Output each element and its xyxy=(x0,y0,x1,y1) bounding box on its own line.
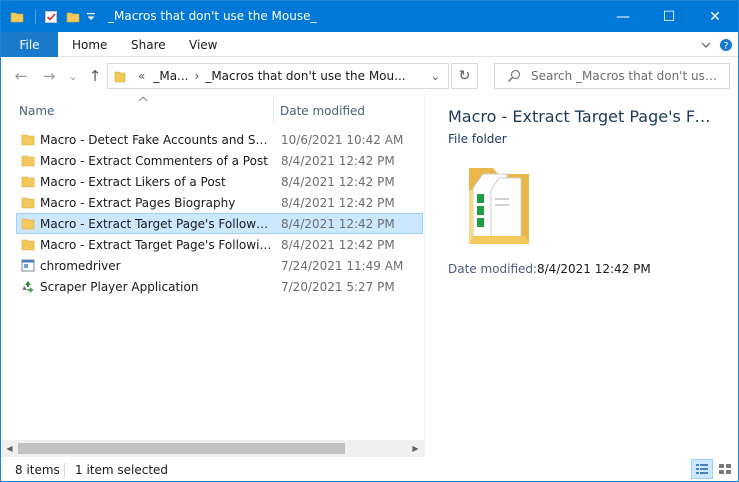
folder-icon xyxy=(21,154,35,167)
file-name: chromedriver xyxy=(40,259,121,273)
file-name: Macro - Extract Commenters of a Post xyxy=(40,154,268,168)
folder-icon xyxy=(114,70,128,83)
application-icon xyxy=(21,259,35,272)
details-date-label: Date modified: xyxy=(448,262,538,276)
chevron-down-icon[interactable] xyxy=(698,32,714,57)
file-row[interactable]: Scraper Player Application 7/20/2021 5:27… xyxy=(16,276,423,297)
scroll-left-icon[interactable]: ◀ xyxy=(1,440,18,457)
details-title: Macro - Extract Target Page's Followe... xyxy=(448,107,718,126)
selection-count: 1 item selected xyxy=(75,463,169,477)
file-name: Macro - Extract Target Page's Followers xyxy=(40,217,272,231)
file-row[interactable]: Macro - Extract Target Page's Followings… xyxy=(16,234,423,255)
file-row[interactable]: Macro - Extract Pages Biography 8/4/2021 … xyxy=(16,192,423,213)
ribbon-tabs: File Home Share View ? xyxy=(1,32,738,57)
breadcrumb-item-parent[interactable]: _Ma... xyxy=(153,69,188,83)
file-date-modified: 8/4/2021 12:42 PM xyxy=(281,238,395,252)
qa-separator xyxy=(35,1,36,32)
details-type: File folder xyxy=(448,132,507,146)
file-date-modified: 7/24/2021 11:49 AM xyxy=(281,259,404,273)
search-placeholder: Search _Macros that don't use the _... xyxy=(531,69,721,83)
folder-icon xyxy=(21,217,35,230)
scrollbar-thumb[interactable] xyxy=(18,443,345,454)
folder-icon xyxy=(21,175,35,188)
customize-dropdown-icon[interactable] xyxy=(83,1,99,32)
file-list: Name Date modified Macro - Detect Fake A… xyxy=(1,94,424,457)
address-dropdown-icon[interactable]: ⌄ xyxy=(431,70,440,83)
tab-home[interactable]: Home xyxy=(72,32,107,57)
properties-check-icon[interactable] xyxy=(41,1,61,32)
details-pane: Macro - Extract Target Page's Followe...… xyxy=(425,94,738,456)
help-icon[interactable]: ? xyxy=(718,32,734,57)
file-name: Macro - Extract Likers of a Post xyxy=(40,175,226,189)
file-date-modified: 10/6/2021 10:42 AM xyxy=(281,133,404,147)
file-name: Macro - Extract Target Page's Followings xyxy=(40,238,272,252)
column-header-date-modified[interactable]: Date modified xyxy=(280,100,420,122)
title-bar[interactable]: _Macros that don't use the Mouse_ — ☐ ✕ xyxy=(1,1,738,32)
recent-locations-icon[interactable]: ⌄ xyxy=(65,64,81,88)
details-date-value: 8/4/2021 12:42 PM xyxy=(537,262,651,276)
address-row: ← → ⌄ ↑ « _Ma... › _Macros that don't us… xyxy=(1,58,738,94)
breadcrumb-item-current[interactable]: _Macros that don't use the Mou... xyxy=(205,69,405,83)
tab-file[interactable]: File xyxy=(1,32,58,57)
file-row[interactable]: Macro - Extract Likers of a Post 8/4/2021… xyxy=(16,171,423,192)
details-view-icon[interactable] xyxy=(691,459,713,479)
file-date-modified: 8/4/2021 12:42 PM xyxy=(281,175,395,189)
address-bar[interactable]: « _Ma... › _Macros that don't use the Mo… xyxy=(107,63,449,89)
scroll-right-icon[interactable]: ▶ xyxy=(407,440,424,457)
column-header-name[interactable]: Name xyxy=(19,100,271,122)
svg-text:?: ? xyxy=(724,41,729,51)
status-bar: 8 items 1 item selected xyxy=(1,458,738,481)
tab-view[interactable]: View xyxy=(189,32,217,57)
search-input[interactable]: Search _Macros that don't use the _... xyxy=(494,63,730,89)
file-row[interactable]: chromedriver 7/24/2021 11:49 AM xyxy=(16,255,423,276)
file-date-modified: 8/4/2021 12:42 PM xyxy=(281,154,395,168)
folder-icon xyxy=(21,133,35,146)
file-name: Macro - Detect Fake Accounts and Scrap..… xyxy=(40,133,272,147)
folder-icon xyxy=(21,238,35,251)
recycle-app-icon xyxy=(21,280,35,293)
close-button[interactable]: ✕ xyxy=(692,1,738,32)
status-separator xyxy=(64,463,65,477)
file-row[interactable]: Macro - Detect Fake Accounts and Scrap..… xyxy=(16,129,423,150)
refresh-button[interactable]: ↻ xyxy=(451,63,478,89)
window-title: _Macros that don't use the Mouse_ xyxy=(108,9,317,23)
folder-icon xyxy=(21,196,35,209)
maximize-button[interactable]: ☐ xyxy=(646,1,692,32)
file-date-modified: 8/4/2021 12:42 PM xyxy=(281,217,395,231)
file-name: Macro - Extract Pages Biography xyxy=(40,196,236,210)
horizontal-scrollbar[interactable]: ◀ ▶ xyxy=(1,440,424,457)
minimize-button[interactable]: — xyxy=(600,1,646,32)
file-date-modified: 8/4/2021 12:42 PM xyxy=(281,196,395,210)
search-icon xyxy=(507,69,521,83)
file-name: Scraper Player Application xyxy=(40,280,199,294)
large-folder-icon xyxy=(463,160,535,252)
tab-share[interactable]: Share xyxy=(131,32,166,57)
large-icons-view-icon[interactable] xyxy=(714,459,736,479)
explorer-window: _Macros that don't use the Mouse_ — ☐ ✕ … xyxy=(0,0,739,482)
file-date-modified: 7/20/2021 5:27 PM xyxy=(281,280,395,294)
file-row[interactable]: Macro - Extract Target Page's Followers 8… xyxy=(16,213,423,234)
column-divider[interactable] xyxy=(273,99,274,123)
file-row[interactable]: Macro - Extract Commenters of a Post 8/4/… xyxy=(16,150,423,171)
new-folder-icon[interactable] xyxy=(63,1,83,32)
folder-icon xyxy=(7,1,27,32)
breadcrumb-overflow[interactable]: « xyxy=(138,69,145,83)
up-arrow-icon[interactable]: ↑ xyxy=(85,64,105,88)
back-arrow-icon[interactable]: ← xyxy=(11,64,31,88)
breadcrumb-separator[interactable]: › xyxy=(189,69,206,83)
forward-arrow-icon[interactable]: → xyxy=(39,64,59,88)
item-count: 8 items xyxy=(15,463,60,477)
